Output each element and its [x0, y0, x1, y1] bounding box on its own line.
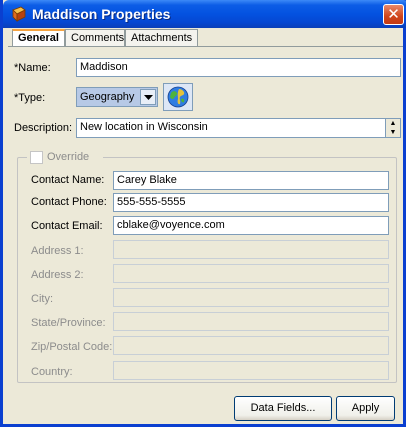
close-icon: ✕ [387, 5, 400, 23]
type-label: *Type: [14, 92, 46, 104]
spinner-down-icon[interactable]: ▼ [386, 128, 400, 137]
contact-phone-field[interactable]: 555-555-5555 [113, 193, 389, 212]
name-label: *Name: [14, 62, 51, 74]
zip-postal-code-label: Zip/Postal Code: [31, 341, 113, 353]
address2-field [113, 264, 389, 283]
zip-postal-code-field [113, 336, 389, 355]
spinner-up-icon[interactable]: ▲ [386, 119, 400, 128]
address1-label: Address 1: [31, 245, 84, 257]
apply-button[interactable]: Apply [336, 396, 395, 421]
globe-button[interactable] [163, 83, 193, 111]
description-label: Description: [14, 122, 73, 134]
address2-label: Address 2: [31, 269, 84, 281]
tab-general[interactable]: General [12, 29, 65, 47]
description-spinner[interactable]: ▲ ▼ [385, 118, 401, 138]
city-label: City: [31, 293, 53, 305]
state-province-field [113, 312, 389, 331]
chevron-down-icon[interactable] [140, 89, 156, 105]
country-label: Country: [31, 366, 73, 378]
override-checkbox-row[interactable]: Override [27, 150, 103, 165]
address1-field [113, 240, 389, 259]
state-province-label: State/Province: [31, 317, 106, 329]
override-checkbox[interactable] [30, 151, 43, 164]
tab-comments[interactable]: Comments [65, 29, 125, 46]
properties-dialog: Maddison Properties ✕ General Comments A… [0, 0, 406, 427]
tab-attachments[interactable]: Attachments [125, 29, 198, 46]
country-field [113, 361, 389, 380]
close-button[interactable]: ✕ [383, 4, 404, 25]
name-field[interactable]: Maddison [76, 58, 401, 77]
contact-name-field[interactable]: Carey Blake [113, 171, 389, 190]
contact-phone-label: Contact Phone: [31, 196, 107, 208]
contact-email-label: Contact Email: [31, 220, 103, 232]
properties-app-icon [12, 6, 26, 22]
contact-name-label: Contact Name: [31, 174, 105, 186]
type-select[interactable]: Geography [76, 87, 158, 107]
globe-icon [167, 86, 189, 108]
description-field[interactable]: New location in Wisconsin [76, 118, 386, 138]
title-bar[interactable]: Maddison Properties ✕ [3, 0, 406, 28]
window-title: Maddison Properties [32, 6, 171, 22]
tab-label: Comments [71, 32, 125, 44]
city-field [113, 288, 389, 307]
override-label: Override [47, 151, 90, 163]
type-select-value: Geography [80, 91, 135, 103]
data-fields-button[interactable]: Data Fields... [234, 396, 332, 421]
tab-label: General [18, 32, 59, 44]
contact-email-field[interactable]: cblake@voyence.com [113, 216, 389, 235]
tab-label: Attachments [131, 32, 193, 44]
